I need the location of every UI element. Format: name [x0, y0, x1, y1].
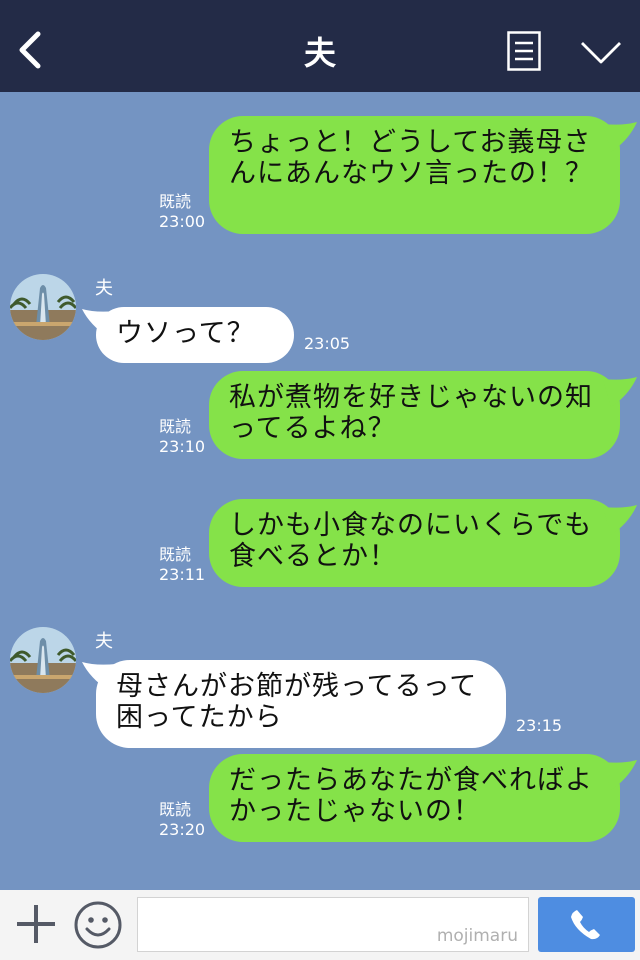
message-text: だったらあなたが食べればよかったじゃないの！	[229, 765, 593, 827]
bubble-tail	[603, 377, 637, 407]
chevron-down-icon[interactable]	[580, 40, 622, 66]
message-text: しかも小食なのにいくらでも食べるとか！	[229, 510, 593, 572]
message-time: 23:10	[159, 437, 206, 456]
message-meta: 既読 23:00	[159, 192, 205, 232]
sender-name: 夫	[95, 278, 113, 299]
avatar-image	[10, 274, 76, 340]
smiley-icon[interactable]	[73, 900, 123, 950]
bubble-tail	[603, 760, 637, 790]
bubble-tail	[603, 505, 637, 535]
bubble-tail	[603, 122, 637, 152]
watermark-text: mojimaru	[436, 926, 518, 946]
message-text: ウソって？	[116, 318, 255, 349]
send-button[interactable]	[538, 897, 635, 952]
read-receipt: 既読	[159, 192, 192, 211]
their-message-bubble[interactable]: ウソって？	[96, 307, 294, 363]
message-time: 23:11	[159, 565, 206, 584]
avatar-image	[10, 627, 76, 693]
avatar[interactable]	[10, 627, 76, 693]
message-text: 私が煮物を好きじゃないの知ってるよね？	[229, 382, 593, 444]
sender-name: 夫	[95, 631, 113, 652]
read-receipt: 既読	[159, 417, 192, 436]
plus-icon[interactable]	[15, 903, 57, 945]
message-time: 23:20	[159, 820, 206, 839]
message-time: 23:15	[516, 716, 563, 735]
bubble-tail	[82, 309, 116, 337]
chat-title: 夫	[303, 34, 336, 72]
phone-icon	[571, 910, 600, 940]
my-message-bubble[interactable]: ちょっと！どうしてお義母さんにあんなウソ言ったの！？	[209, 116, 620, 234]
my-message-bubble[interactable]: 私が煮物を好きじゃないの知ってるよね？	[209, 371, 620, 459]
their-message-bubble[interactable]: 母さんがお節が残ってるって困ってたから	[96, 660, 506, 748]
message-text: ちょっと！どうしてお義母さんにあんなウソ言ったの！？	[229, 127, 593, 189]
avatar[interactable]	[10, 274, 76, 340]
message-meta: 既読 23:20	[159, 800, 205, 840]
chat-header: 夫	[0, 0, 640, 92]
message-meta: 既読 23:10	[159, 417, 205, 457]
read-receipt: 既読	[159, 800, 192, 819]
message-time: 23:00	[159, 212, 206, 231]
message-time: 23:05	[304, 334, 351, 353]
read-receipt: 既読	[159, 545, 192, 564]
message-input[interactable]: mojimaru	[137, 897, 529, 952]
my-message-bubble[interactable]: しかも小食なのにいくらでも食べるとか！	[209, 499, 620, 587]
menu-list-icon[interactable]	[507, 31, 541, 71]
message-list[interactable]: 既読 23:00 ちょっと！どうしてお義母さんにあんなウソ言ったの！？ 夫 ウソ…	[0, 92, 640, 890]
bubble-tail	[82, 662, 116, 690]
message-text: 母さんがお節が残ってるって困ってたから	[116, 671, 478, 733]
message-meta: 既読 23:11	[159, 545, 205, 585]
my-message-bubble[interactable]: だったらあなたが食べればよかったじゃないの！	[209, 754, 620, 842]
